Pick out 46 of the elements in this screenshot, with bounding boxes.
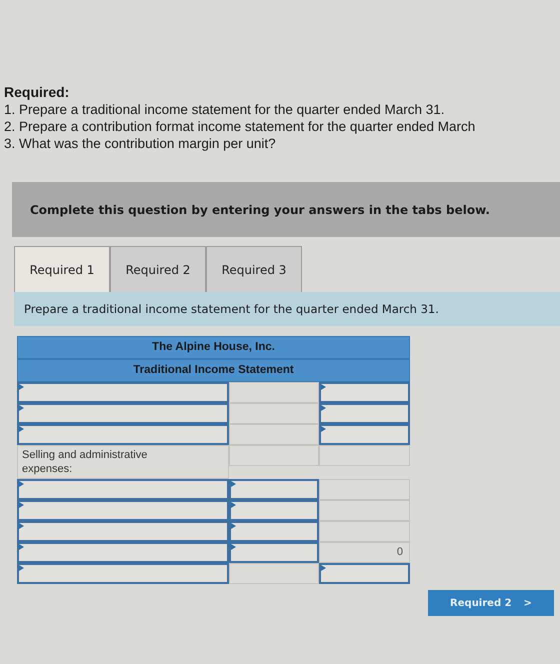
triangle-icon: [321, 426, 326, 434]
input-field[interactable]: [17, 382, 229, 403]
requirement-text: 3. What was the contribution margin per unit?: [4, 135, 277, 152]
requirement-text: 2. Prepare a contribution format income statement for the quarter ended March: [4, 118, 476, 135]
tab[interactable]: Required 3: [206, 246, 302, 292]
statement-title: Traditional Income Statement: [17, 359, 410, 382]
input-field[interactable]: [319, 563, 410, 584]
input-field[interactable]: [17, 403, 229, 424]
input-field[interactable]: [229, 542, 319, 563]
input-field[interactable]: [319, 424, 410, 445]
input-field[interactable]: [319, 403, 410, 424]
triangle-icon: [19, 405, 24, 413]
triangle-icon: [19, 523, 24, 531]
triangle-icon: [231, 502, 236, 510]
input-field[interactable]: [229, 479, 319, 500]
input-field[interactable]: [319, 382, 410, 403]
triangle-icon: [19, 502, 24, 510]
input-field[interactable]: [17, 521, 229, 542]
required-heading: Required:: [4, 84, 70, 101]
triangle-icon: [19, 481, 24, 489]
input-field[interactable]: [17, 500, 229, 521]
input-field[interactable]: [17, 563, 229, 584]
input-field[interactable]: [229, 521, 319, 542]
triangle-icon: [231, 523, 236, 531]
tab[interactable]: Required 2: [110, 246, 206, 292]
next-button[interactable]: Required 2 >: [428, 590, 554, 616]
triangle-icon: [231, 544, 236, 552]
input-field[interactable]: [17, 424, 229, 445]
triangle-icon: [321, 384, 326, 392]
instruction-bar: Prepare a traditional income statement for the quarter ended March 31.: [14, 292, 560, 326]
triangle-icon: [19, 384, 24, 392]
input-field[interactable]: [17, 479, 229, 500]
input-field[interactable]: [17, 542, 229, 563]
triangle-icon: [321, 405, 326, 413]
row-label: Selling and administrative expenses:: [17, 445, 229, 479]
triangle-icon: [231, 481, 236, 489]
triangle-icon: [19, 565, 24, 573]
instruction-banner: Complete this question by entering your answers in the tabs below.: [12, 182, 560, 237]
triangle-icon: [321, 565, 326, 573]
table-cell: 0: [319, 542, 410, 563]
company-name: The Alpine House, Inc.: [17, 336, 410, 359]
triangle-icon: [19, 544, 24, 552]
input-field[interactable]: [229, 500, 319, 521]
triangle-icon: [19, 426, 24, 434]
requirement-text: 1. Prepare a traditional income statement for the quarter ended March 31.: [4, 101, 446, 118]
tab[interactable]: Required 1: [14, 246, 110, 292]
